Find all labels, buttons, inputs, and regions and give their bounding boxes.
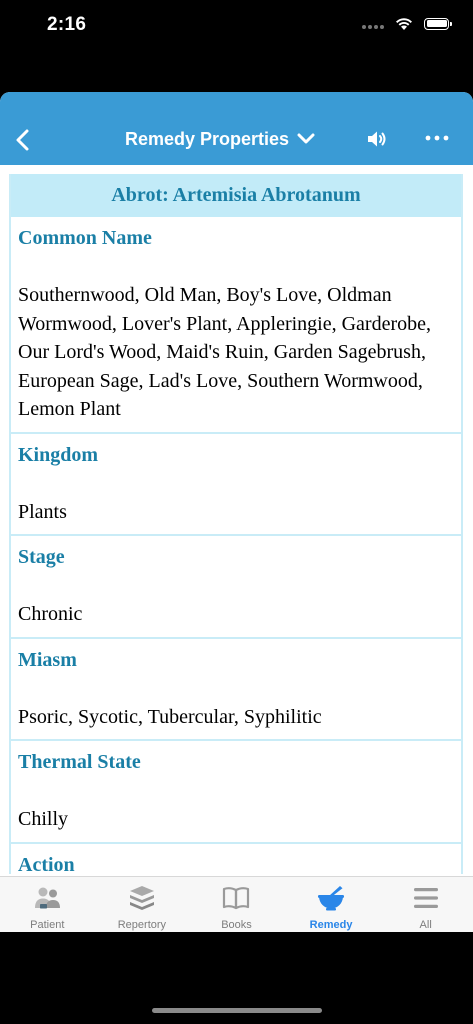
tab-label: Books xyxy=(221,919,252,931)
remedy-icon xyxy=(318,886,345,911)
menu-icon xyxy=(413,888,438,908)
remedy-header: Abrot: Artemisia Abrotanum xyxy=(11,174,461,217)
section-value: Psoric, Sycotic, Tubercular, Syphilitic xyxy=(18,705,322,728)
section-value: Plants xyxy=(18,500,67,523)
tab-bar: Patient Repertory Books Remedy All xyxy=(0,876,473,932)
section-kingdom: Kingdom Plants xyxy=(11,434,461,536)
status-icons xyxy=(362,16,452,31)
status-bar: 2:16 xyxy=(0,0,473,56)
tab-books[interactable]: Books xyxy=(189,877,284,932)
nav-title: Remedy Properties xyxy=(124,128,290,149)
section-thermal-state: Thermal State Chilly xyxy=(11,741,461,844)
tab-label: Remedy xyxy=(309,919,353,931)
phone-screen: 2:16 Remedy Properties Abrot: Artemisia … xyxy=(0,0,473,1024)
remedy-properties-content[interactable]: Abrot: Artemisia Abrotanum Common Name S… xyxy=(9,174,463,874)
section-value: Chilly xyxy=(18,808,69,830)
section-stage: Stage Chronic xyxy=(11,536,461,639)
books-icon xyxy=(223,887,250,910)
speaker-icon[interactable] xyxy=(365,127,389,151)
tab-label: Patient xyxy=(30,919,65,931)
section-title: Kingdom xyxy=(18,443,99,466)
home-indicator[interactable] xyxy=(152,1008,322,1013)
section-miasm: Miasm Psoric, Sycotic, Tubercular, Syphi… xyxy=(11,639,461,741)
section-action: Action xyxy=(11,844,461,875)
tab-repertory[interactable]: Repertory xyxy=(95,877,190,932)
tab-label: Repertory xyxy=(117,919,167,931)
navigation-bar: Remedy Properties xyxy=(0,92,473,165)
tab-remedy[interactable]: Remedy xyxy=(284,877,379,932)
tab-label: All xyxy=(419,919,432,931)
section-value: Chronic xyxy=(18,603,83,625)
section-title: Common Name xyxy=(18,227,152,249)
tab-all[interactable]: All xyxy=(378,877,473,932)
repertory-icon xyxy=(129,886,154,910)
wifi-icon xyxy=(396,18,412,30)
status-time: 2:16 xyxy=(47,14,87,35)
section-title: Miasm xyxy=(18,648,77,671)
title-menu-button[interactable]: Remedy Properties xyxy=(110,126,330,152)
more-icon[interactable] xyxy=(424,134,450,142)
battery-icon xyxy=(424,17,452,30)
section-title: Thermal State xyxy=(18,751,141,773)
back-chevron-icon[interactable] xyxy=(10,120,36,158)
section-title: Action xyxy=(18,853,75,875)
tab-patient[interactable]: Patient xyxy=(0,877,95,932)
section-common-name: Common Name Southernwood, Old Man, Boy's… xyxy=(11,217,461,434)
section-title: Stage xyxy=(18,546,65,568)
cellular-signal-icon xyxy=(362,19,384,29)
patient-icon xyxy=(35,887,61,909)
app-sheet: Remedy Properties Abrot: Artemisia Abrot… xyxy=(0,92,473,932)
section-value: Southernwood, Old Man, Boy's Love, Oldma… xyxy=(18,284,432,420)
chevron-down-icon xyxy=(297,133,315,144)
